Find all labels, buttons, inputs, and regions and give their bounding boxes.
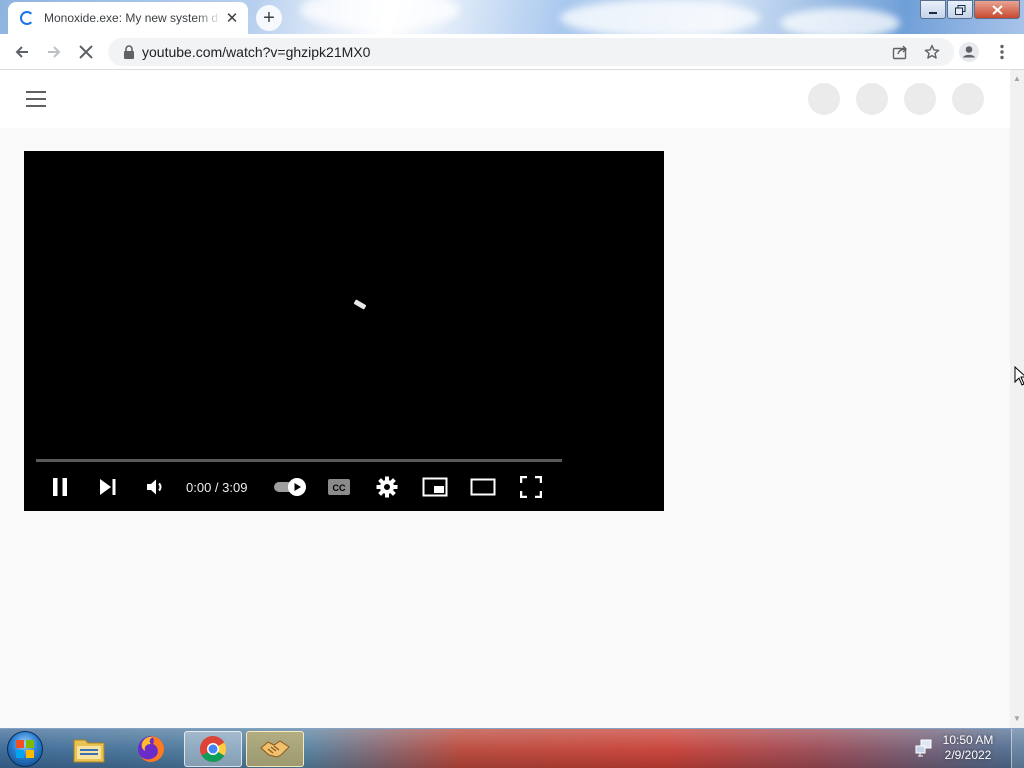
plus-icon[interactable]: + [256, 5, 282, 31]
address-bar[interactable]: youtube.com/watch?v=ghzipk21MX0 [108, 38, 954, 66]
wallpaper-cloud [300, 0, 460, 30]
star-icon[interactable] [916, 38, 948, 66]
video-player[interactable]: 0:00 / 3:09 CC [24, 151, 664, 511]
clock-time: 10:50 AM [942, 733, 994, 747]
windows-start-icon[interactable] [7, 731, 43, 767]
show-desktop-button[interactable] [1011, 729, 1024, 768]
captions-icon[interactable]: CC [315, 471, 363, 503]
restore-icon[interactable] [947, 0, 973, 19]
tab-title: Monoxide.exe: My new system d [44, 11, 219, 25]
spinner-icon [20, 11, 34, 25]
wallpaper-cloud [780, 8, 900, 34]
placeholder-circle [952, 83, 984, 115]
share-icon[interactable] [884, 38, 916, 66]
time-display: 0:00 / 3:09 [186, 479, 248, 495]
lock-icon[interactable] [116, 45, 142, 59]
placeholder-circle [904, 83, 936, 115]
close-icon[interactable]: ✕ [222, 8, 242, 28]
browser-tab[interactable]: Monoxide.exe: My new system d ✕ [8, 2, 248, 34]
loading-indicator [353, 299, 367, 310]
autoplay-toggle[interactable] [267, 471, 315, 503]
player-controls-left: 0:00 / 3:09 [36, 471, 267, 503]
url-text[interactable]: youtube.com/watch?v=ghzipk21MX0 [142, 44, 884, 60]
youtube-page: 0:00 / 3:09 CC [0, 70, 1010, 728]
kebab-menu-icon[interactable] [988, 38, 1016, 66]
chrome-icon[interactable] [184, 731, 242, 767]
clock-date: 2/9/2022 [944, 748, 992, 762]
next-icon[interactable] [84, 471, 132, 503]
wallpaper-cloud [560, 0, 760, 34]
handshake-icon[interactable] [246, 731, 304, 767]
network-icon[interactable] [915, 739, 933, 760]
page-scrollbar[interactable]: ▲ ▼ [1010, 70, 1024, 728]
captions-label: CC [333, 483, 346, 493]
tab-strip: Monoxide.exe: My new system d ✕ + [0, 0, 1024, 34]
close-icon[interactable] [974, 0, 1020, 19]
minimize-icon[interactable] [920, 0, 946, 19]
window-controls [919, 0, 1020, 19]
scroll-down-icon[interactable]: ▼ [1013, 714, 1021, 723]
profile-icon[interactable] [955, 38, 983, 66]
arrow-left-icon[interactable] [8, 38, 36, 66]
miniplayer-icon[interactable] [411, 471, 459, 503]
menu-icon[interactable] [26, 91, 46, 107]
windows-taskbar: 10:50 AM 2/9/2022 [0, 728, 1024, 768]
fullscreen-icon[interactable] [507, 471, 555, 503]
browser-toolbar: youtube.com/watch?v=ghzipk21MX0 [0, 34, 1024, 70]
volume-icon[interactable] [132, 471, 180, 503]
firefox-icon[interactable] [122, 731, 180, 767]
file-explorer-icon[interactable] [60, 731, 118, 767]
theater-mode-icon[interactable] [459, 471, 507, 503]
settings-gear-icon[interactable] [363, 471, 411, 503]
player-controls-right: CC [267, 471, 555, 503]
progress-bar[interactable] [36, 459, 562, 462]
placeholder-circle [808, 83, 840, 115]
arrow-right-icon[interactable] [40, 38, 68, 66]
youtube-header [0, 70, 1010, 128]
stop-loading-icon[interactable] [72, 38, 100, 66]
taskbar-clock[interactable]: 10:50 AM 2/9/2022 [938, 733, 998, 763]
scroll-up-icon[interactable]: ▲ [1013, 74, 1021, 83]
header-placeholders [792, 83, 984, 115]
placeholder-circle [856, 83, 888, 115]
mouse-cursor [1014, 365, 1024, 389]
pause-icon[interactable] [36, 471, 84, 503]
